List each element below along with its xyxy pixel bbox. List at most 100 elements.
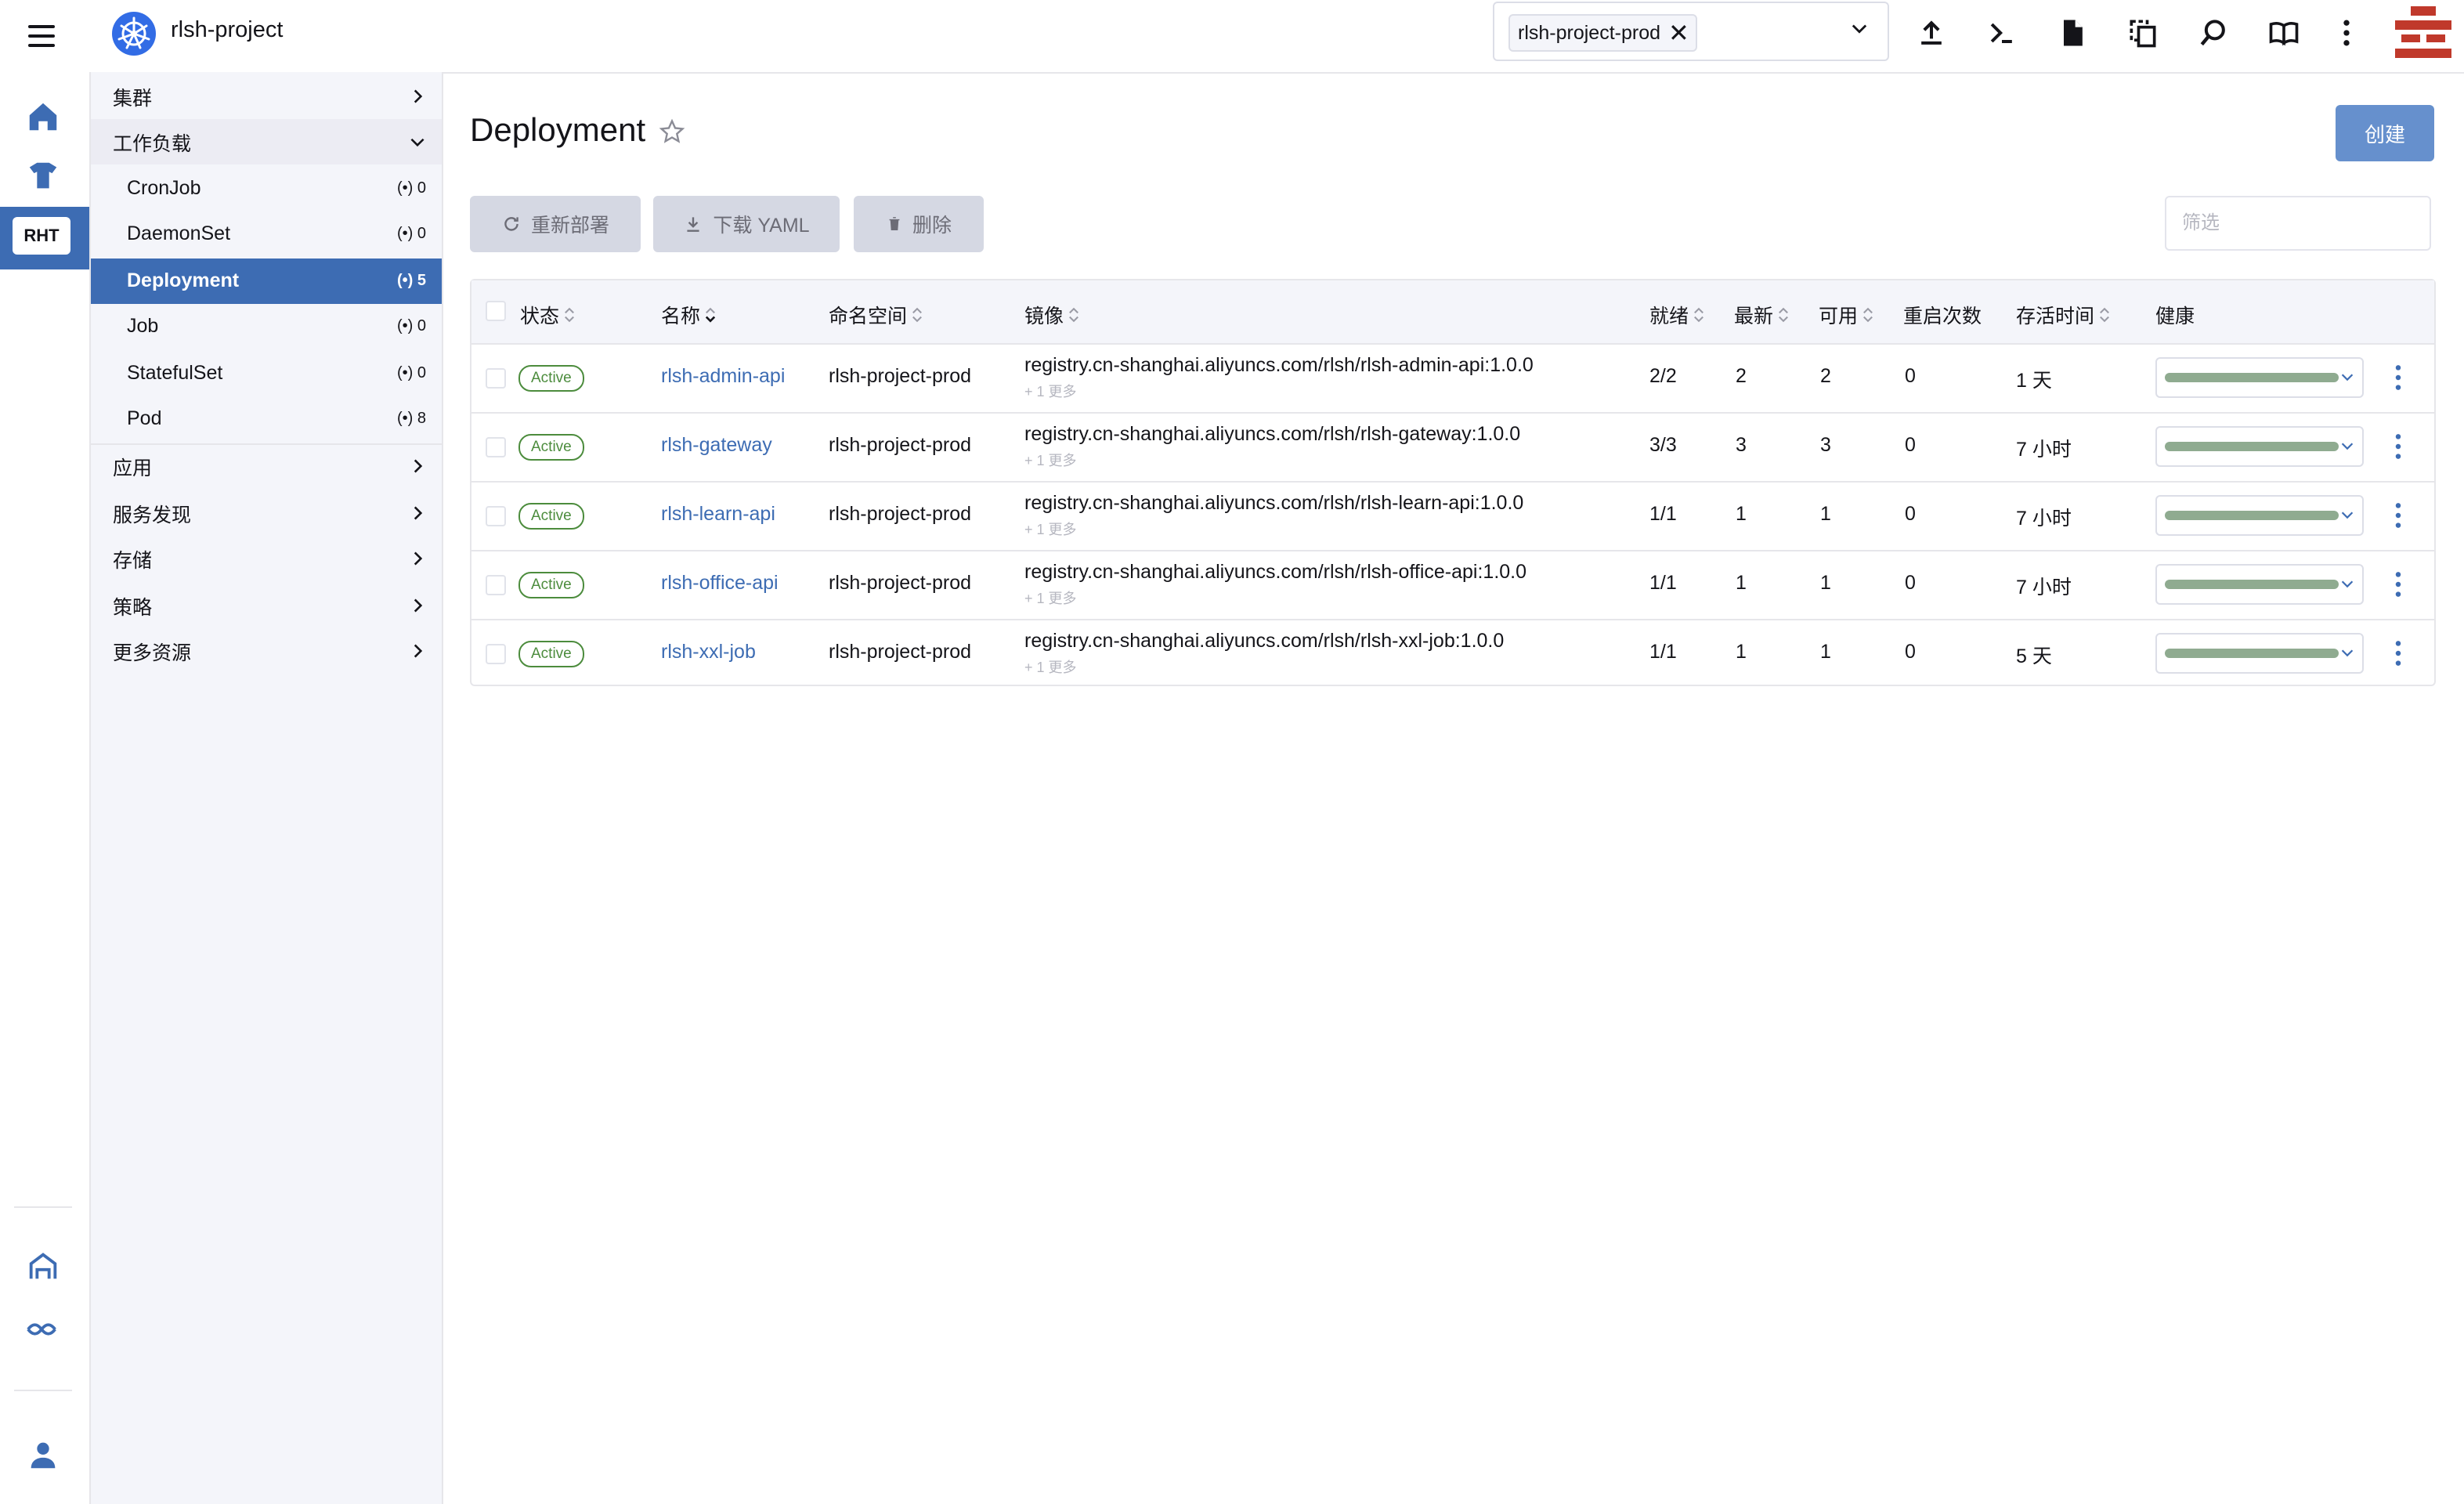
nav-item-label: Pod [127, 407, 162, 429]
nav-group-workloads[interactable]: 工作负载 [91, 119, 442, 164]
copy-icon[interactable] [2126, 16, 2160, 50]
download-yaml-button[interactable]: 下载 YAML [653, 196, 840, 252]
rancher-icon[interactable] [25, 1249, 61, 1285]
chevron-down-icon[interactable] [1848, 17, 1870, 39]
chevron-right-icon [414, 551, 423, 566]
nav-group-more-resources[interactable]: 更多资源 [91, 628, 442, 674]
nav-item-count: (•) 0 [396, 317, 426, 334]
health-bar [2165, 373, 2339, 382]
status-badge: Active [518, 434, 584, 461]
download-yaml-label: 下载 YAML [713, 215, 810, 237]
app-rail [0, 72, 91, 1504]
health-dropdown[interactable] [2155, 564, 2364, 605]
nav-item-job[interactable]: Job (•) 0 [91, 304, 442, 349]
health-dropdown[interactable] [2155, 495, 2364, 536]
nav-item-cronjob[interactable]: CronJob (•) 0 [91, 166, 442, 212]
namespace-chip-label: rlsh-project-prod [1518, 21, 1661, 44]
close-icon[interactable]: ✕ [1668, 20, 1689, 45]
kebab-icon[interactable] [2394, 432, 2403, 461]
status-badge: Active [518, 503, 584, 530]
filter-input[interactable] [2165, 196, 2431, 251]
star-icon[interactable] [658, 118, 686, 146]
chevron-right-icon [414, 598, 423, 613]
deployment-name-link[interactable]: rlsh-office-api [661, 572, 779, 595]
image-cell: registry.cn-shanghai.aliyuncs.com/rlsh/r… [1024, 492, 1524, 514]
nav-group-label: 集群 [113, 88, 153, 110]
header-name[interactable]: 名称 [661, 301, 717, 329]
namespace-filter[interactable]: rlsh-project-prod ✕ [1493, 2, 1889, 61]
health-dropdown[interactable] [2155, 633, 2364, 674]
header-age[interactable]: 存活时间 [2016, 301, 2112, 329]
nav-item-statefulset[interactable]: StatefulSet (•) 0 [91, 351, 442, 396]
kebab-icon[interactable] [2394, 639, 2403, 667]
image-more: + 1 更多 [1024, 660, 1077, 675]
nav-group-label: 服务发现 [113, 504, 192, 526]
age-cell: 1 天 [2016, 370, 2052, 392]
uptodate-cell: 1 [1736, 572, 1747, 594]
top-header: rlsh-project rlsh-project-prod ✕ [0, 0, 2464, 74]
shirt-icon[interactable] [25, 158, 61, 194]
select-all-checkbox[interactable] [486, 301, 506, 321]
header-image[interactable]: 镜像 [1024, 301, 1081, 329]
book-icon[interactable] [2267, 16, 2301, 50]
deployment-name-link[interactable]: rlsh-gateway [661, 434, 772, 457]
nav-item-count: (•) 0 [396, 364, 426, 381]
nav-item-deployment[interactable]: Deployment (•) 5 [91, 258, 442, 304]
upload-icon[interactable] [1914, 16, 1949, 50]
more-vertical-icon[interactable] [2329, 16, 2364, 50]
health-dropdown[interactable] [2155, 357, 2364, 398]
cluster-name[interactable]: rlsh-project [171, 17, 283, 43]
image-more: + 1 更多 [1024, 591, 1077, 606]
restarts-cell: 0 [1905, 365, 1916, 387]
row-checkbox[interactable] [486, 437, 506, 457]
fleet-icon[interactable] [25, 1311, 61, 1347]
row-checkbox[interactable] [486, 506, 506, 526]
rail-divider [14, 1390, 72, 1391]
header-health: 健康 [2155, 306, 2195, 327]
nav-item-daemonset[interactable]: DaemonSet (•) 0 [91, 212, 442, 257]
file-icon[interactable] [2055, 16, 2090, 50]
header-uptodate[interactable]: 最新 [1734, 301, 1790, 329]
deployment-name-link[interactable]: rlsh-learn-api [661, 503, 775, 526]
deployment-name-link[interactable]: rlsh-admin-api [661, 365, 785, 388]
kebab-icon[interactable] [2394, 570, 2403, 598]
nav-group-label: 更多资源 [113, 642, 192, 664]
table-row: Active rlsh-xxl-job rlsh-project-prod re… [471, 620, 2434, 688]
nav-group-apps[interactable]: 应用 [91, 443, 442, 489]
cluster-badge[interactable]: RHT [13, 217, 70, 255]
available-cell: 1 [1820, 503, 1831, 525]
rail-divider [14, 1206, 72, 1208]
sort-icon [565, 307, 574, 323]
nav-item-pod[interactable]: Pod (•) 8 [91, 396, 442, 442]
row-checkbox[interactable] [486, 575, 506, 595]
search-icon[interactable] [2196, 16, 2231, 50]
deployment-name-link[interactable]: rlsh-xxl-job [661, 641, 756, 663]
row-checkbox[interactable] [486, 368, 506, 389]
header-available[interactable]: 可用 [1819, 301, 1875, 329]
redeploy-button[interactable]: 重新部署 [470, 196, 641, 252]
kebab-icon[interactable] [2394, 501, 2403, 530]
nav-group-policy[interactable]: 策略 [91, 583, 442, 628]
header-ready[interactable]: 就绪 [1649, 301, 1706, 329]
create-button[interactable]: 创建 [2336, 105, 2434, 161]
image-cell: registry.cn-shanghai.aliyuncs.com/rlsh/r… [1024, 561, 1527, 583]
kebab-icon[interactable] [2394, 363, 2403, 392]
nav-group-service-discovery[interactable]: 服务发现 [91, 490, 442, 536]
home-icon[interactable] [25, 99, 61, 135]
delete-button[interactable]: 删除 [854, 196, 984, 252]
ready-cell: 1/1 [1649, 503, 1677, 525]
namespace-cell: rlsh-project-prod [829, 572, 972, 594]
nav-group-label: 应用 [113, 457, 153, 479]
avatar[interactable] [2395, 5, 2451, 61]
sort-icon [2100, 307, 2109, 323]
chevron-down-icon [2341, 649, 2354, 657]
header-namespace[interactable]: 命名空间 [829, 301, 924, 329]
terminal-icon[interactable] [1985, 16, 2019, 50]
user-icon[interactable] [25, 1437, 61, 1473]
nav-group-storage[interactable]: 存储 [91, 536, 442, 581]
menu-icon[interactable] [27, 20, 58, 52]
row-checkbox[interactable] [486, 644, 506, 664]
nav-group-cluster[interactable]: 集群 [91, 74, 442, 119]
health-dropdown[interactable] [2155, 426, 2364, 467]
header-state[interactable]: 状态 [520, 301, 576, 329]
